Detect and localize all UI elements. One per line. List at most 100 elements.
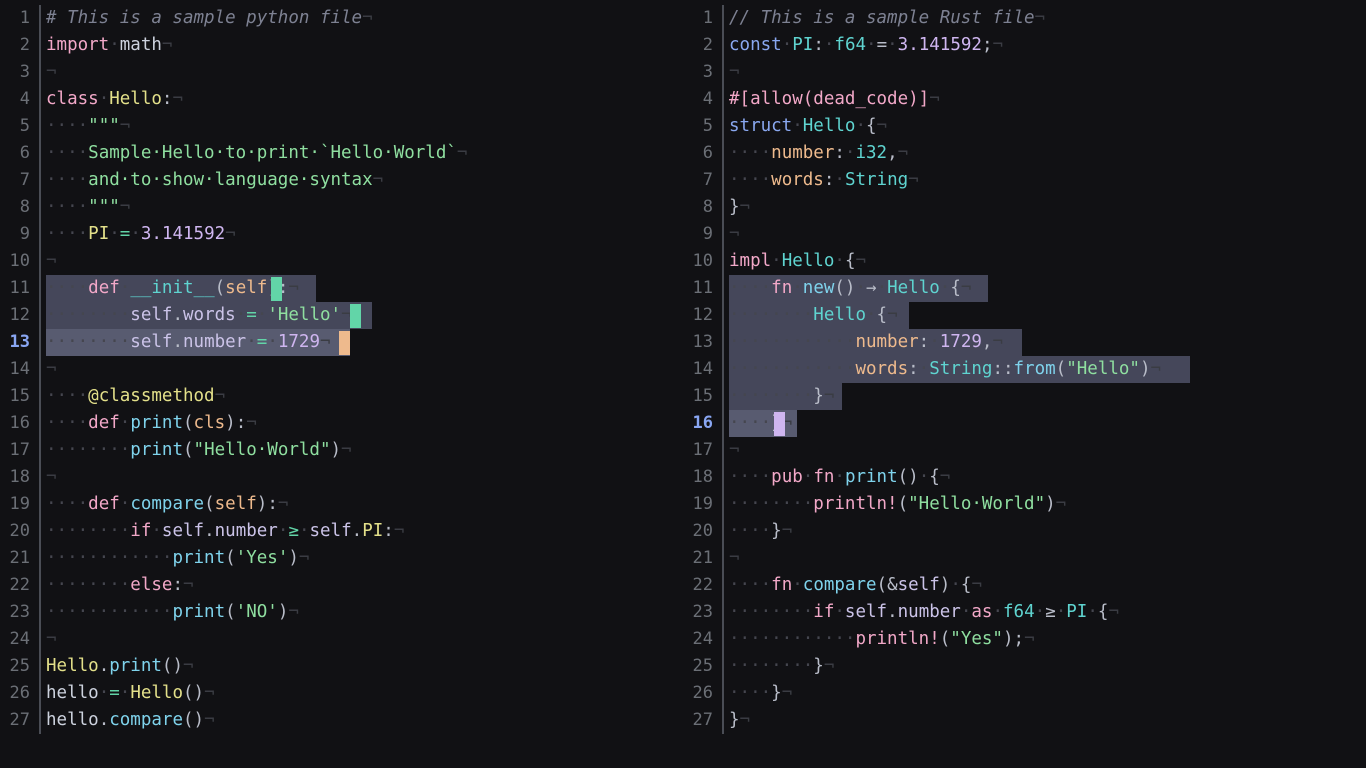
- line-content[interactable]: ········if·self.number·≥·self.PI:¬: [46, 518, 683, 545]
- code-line[interactable]: 3 ¬: [683, 59, 1366, 86]
- code-line[interactable]: 13 ········self.number·=·1729¬: [0, 329, 683, 356]
- code-line[interactable]: 20 ····}¬: [683, 518, 1366, 545]
- line-content[interactable]: ····PI·=·3.141592¬: [46, 221, 683, 248]
- line-content[interactable]: ············println!("Yes");¬: [729, 626, 1366, 653]
- line-content[interactable]: ····}¬: [729, 410, 1366, 437]
- line-content[interactable]: ¬: [46, 59, 683, 86]
- line-content[interactable]: ········self.words·=·'Hello'¬: [46, 302, 683, 329]
- line-content[interactable]: ········}¬: [729, 653, 1366, 680]
- line-content[interactable]: ········Hello·{¬: [729, 302, 1366, 329]
- code-line[interactable]: 25 Hello.print()¬: [0, 653, 683, 680]
- code-area-python[interactable]: 1 # This is a sample python file¬ 2 import·…: [0, 0, 683, 734]
- line-content[interactable]: ····def·print(cls):¬: [46, 410, 683, 437]
- code-line[interactable]: 14 ············words:·String::from("Hello…: [683, 356, 1366, 383]
- code-line[interactable]: 17 ¬: [683, 437, 1366, 464]
- code-line[interactable]: 13 ············number:·1729,¬: [683, 329, 1366, 356]
- code-line[interactable]: 17 ········print("Hello·World")¬: [0, 437, 683, 464]
- code-line[interactable]: 1 // This is a sample Rust file¬: [683, 5, 1366, 32]
- code-line[interactable]: 11 ····def·__init__(self):¬: [0, 275, 683, 302]
- line-content[interactable]: ····Sample·Hello·to·print·`Hello·World`¬: [46, 140, 683, 167]
- line-content[interactable]: ············print('NO')¬: [46, 599, 683, 626]
- code-line[interactable]: 18 ¬: [0, 464, 683, 491]
- code-line[interactable]: 12 ········Hello·{¬: [683, 302, 1366, 329]
- line-content[interactable]: ····}¬: [729, 680, 1366, 707]
- line-content[interactable]: struct·Hello·{¬: [729, 113, 1366, 140]
- line-content[interactable]: }¬: [729, 707, 1366, 734]
- code-line[interactable]: 1 # This is a sample python file¬: [0, 5, 683, 32]
- code-line[interactable]: 7 ····and·to·show·language·syntax¬: [0, 167, 683, 194]
- code-line[interactable]: 5 struct·Hello·{¬: [683, 113, 1366, 140]
- code-line[interactable]: 3 ¬: [0, 59, 683, 86]
- code-line[interactable]: 12 ········self.words·=·'Hello'¬: [0, 302, 683, 329]
- code-line[interactable]: 26 ····}¬: [683, 680, 1366, 707]
- line-content[interactable]: ····def·compare(self):¬: [46, 491, 683, 518]
- code-line[interactable]: 20 ········if·self.number·≥·self.PI:¬: [0, 518, 683, 545]
- line-content[interactable]: class·Hello:¬: [46, 86, 683, 113]
- code-line[interactable]: 18 ····pub·fn·print()·{¬: [683, 464, 1366, 491]
- line-content[interactable]: ········}¬: [729, 383, 1366, 410]
- code-line[interactable]: 9 ¬: [683, 221, 1366, 248]
- code-line[interactable]: 27 hello.compare()¬: [0, 707, 683, 734]
- code-line[interactable]: 2 const·PI:·f64·=·3.141592;¬: [683, 32, 1366, 59]
- line-content[interactable]: #[allow(dead_code)]¬: [729, 86, 1366, 113]
- code-line[interactable]: 9 ····PI·=·3.141592¬: [0, 221, 683, 248]
- code-line[interactable]: 10 impl·Hello·{¬: [683, 248, 1366, 275]
- line-content[interactable]: ············print('Yes')¬: [46, 545, 683, 572]
- line-content[interactable]: ¬: [729, 545, 1366, 572]
- code-line[interactable]: 8}¬: [683, 194, 1366, 221]
- line-content[interactable]: ····pub·fn·print()·{¬: [729, 464, 1366, 491]
- line-content[interactable]: ········print("Hello·World")¬: [46, 437, 683, 464]
- line-content[interactable]: ····and·to·show·language·syntax¬: [46, 167, 683, 194]
- code-line[interactable]: 4 class·Hello:¬: [0, 86, 683, 113]
- line-content[interactable]: ········else:¬: [46, 572, 683, 599]
- line-content[interactable]: ¬: [46, 356, 683, 383]
- line-content[interactable]: impl·Hello·{¬: [729, 248, 1366, 275]
- code-line[interactable]: 8 ····"""¬: [0, 194, 683, 221]
- code-line[interactable]: 23 ········if·self.number·as·f64·≥·PI·{¬: [683, 599, 1366, 626]
- code-line[interactable]: 11 ····fn·new()·→·Hello·{¬: [683, 275, 1366, 302]
- code-area-rust[interactable]: 1// This is a sample Rust file¬ 2 const·PI…: [683, 0, 1366, 734]
- line-content[interactable]: ¬: [729, 437, 1366, 464]
- line-content[interactable]: ········if·self.number·as·f64·≥·PI·{¬: [729, 599, 1366, 626]
- code-line[interactable]: 6 ····number:·i32,¬: [683, 140, 1366, 167]
- line-content[interactable]: ····def·__init__(self):¬: [46, 275, 683, 302]
- code-line[interactable]: 16 ····}¬: [683, 410, 1366, 437]
- code-line[interactable]: 23 ············print('NO')¬: [0, 599, 683, 626]
- code-line[interactable]: 7 ····words:·String¬: [683, 167, 1366, 194]
- code-line[interactable]: 24 ¬: [0, 626, 683, 653]
- code-line[interactable]: 5 ····"""¬: [0, 113, 683, 140]
- line-content[interactable]: ····"""¬: [46, 194, 683, 221]
- code-line[interactable]: 14 ¬: [0, 356, 683, 383]
- code-line[interactable]: 21 ¬: [683, 545, 1366, 572]
- line-content[interactable]: const·PI:·f64·=·3.141592;¬: [729, 32, 1366, 59]
- code-line[interactable]: 22 ········else:¬: [0, 572, 683, 599]
- editor-pane-rust[interactable]: 1// This is a sample Rust file¬ 2 const·PI…: [683, 0, 1366, 768]
- line-content[interactable]: ····number:·i32,¬: [729, 140, 1366, 167]
- line-content[interactable]: // This is a sample Rust file¬: [729, 5, 1366, 32]
- line-content[interactable]: Hello.print()¬: [46, 653, 683, 680]
- line-content[interactable]: ¬: [46, 248, 683, 275]
- code-line[interactable]: 2 import·math¬: [0, 32, 683, 59]
- code-line[interactable]: 6 ····Sample·Hello·to·print·`Hello·World`…: [0, 140, 683, 167]
- line-content[interactable]: ····}¬: [729, 518, 1366, 545]
- line-content[interactable]: import·math¬: [46, 32, 683, 59]
- line-content[interactable]: ············words:·String::from("Hello")…: [729, 356, 1366, 383]
- code-line[interactable]: 24 ············println!("Yes");¬: [683, 626, 1366, 653]
- line-content[interactable]: ¬: [46, 464, 683, 491]
- line-content[interactable]: ············number:·1729,¬: [729, 329, 1366, 356]
- code-line[interactable]: 15 ········}¬: [683, 383, 1366, 410]
- line-content[interactable]: ····@classmethod¬: [46, 383, 683, 410]
- code-line[interactable]: 27}¬: [683, 707, 1366, 734]
- code-line[interactable]: 15 ····@classmethod¬: [0, 383, 683, 410]
- line-content[interactable]: ¬: [729, 59, 1366, 86]
- line-content[interactable]: ¬: [729, 221, 1366, 248]
- editor-pane-python[interactable]: 1 # This is a sample python file¬ 2 import·…: [0, 0, 683, 768]
- line-content[interactable]: ¬: [46, 626, 683, 653]
- code-line[interactable]: 22 ····fn·compare(&self)·{¬: [683, 572, 1366, 599]
- code-line[interactable]: 21 ············print('Yes')¬: [0, 545, 683, 572]
- code-line[interactable]: 25 ········}¬: [683, 653, 1366, 680]
- line-content[interactable]: ····fn·new()·→·Hello·{¬: [729, 275, 1366, 302]
- code-line[interactable]: 16 ····def·print(cls):¬: [0, 410, 683, 437]
- code-line[interactable]: 19 ····def·compare(self):¬: [0, 491, 683, 518]
- line-content[interactable]: hello·=·Hello()¬: [46, 680, 683, 707]
